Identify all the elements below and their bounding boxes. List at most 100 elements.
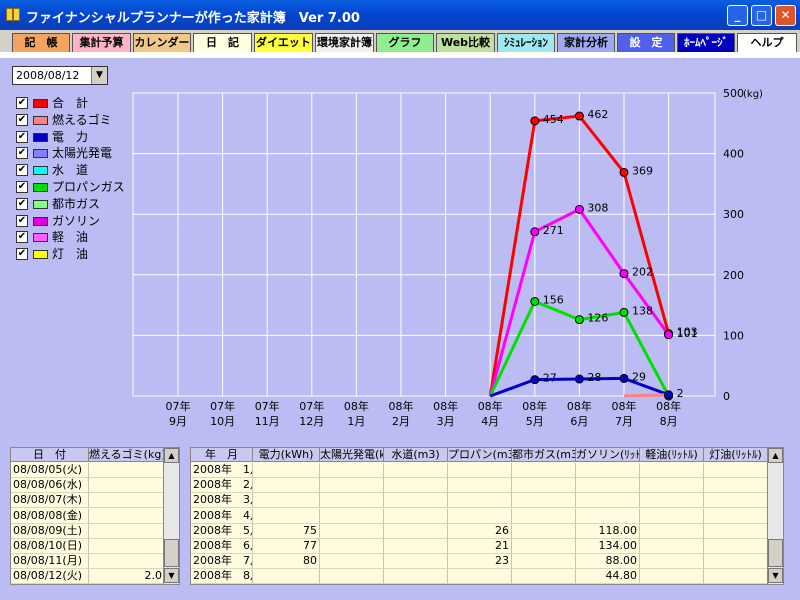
table-cell[interactable] — [448, 478, 512, 494]
tab-2[interactable]: カレンダー — [133, 33, 191, 52]
table-cell[interactable] — [320, 569, 384, 584]
table-cell[interactable]: 134.00 — [576, 539, 640, 554]
scroll-down-icon[interactable]: ▼ — [768, 568, 783, 583]
table-cell[interactable] — [384, 493, 448, 509]
table-cell[interactable]: 08/08/09(土) — [11, 523, 89, 539]
table-cell[interactable] — [640, 508, 704, 524]
table-cell[interactable] — [640, 523, 704, 539]
maximize-button[interactable]: □ — [751, 5, 772, 26]
table-cell[interactable] — [576, 478, 640, 494]
table-cell[interactable]: 21 — [448, 539, 512, 554]
tab-11[interactable]: ﾎｰﾑﾍﾟｰｼﾞ — [677, 33, 735, 52]
table-cell[interactable] — [320, 508, 384, 524]
table-cell[interactable] — [89, 539, 165, 554]
table-cell[interactable] — [512, 554, 576, 570]
table-cell[interactable] — [512, 478, 576, 494]
scroll-down-icon[interactable]: ▼ — [164, 568, 179, 583]
tab-12[interactable]: ヘルプ — [737, 33, 797, 52]
tab-3[interactable]: 日 記 — [193, 33, 252, 52]
table-cell[interactable] — [320, 478, 384, 494]
column-header[interactable]: 軽油(ﾘｯﾄﾙ) — [640, 448, 704, 462]
column-header[interactable]: 年 月 — [191, 448, 253, 462]
table-cell[interactable] — [576, 508, 640, 524]
tab-5[interactable]: 環境家計簿 — [315, 33, 374, 52]
column-header[interactable]: 燃えるゴミ(kg) — [89, 448, 165, 462]
table-cell[interactable] — [640, 554, 704, 570]
close-button[interactable]: ✕ — [775, 5, 796, 26]
table-cell[interactable] — [253, 463, 320, 478]
table-cell[interactable] — [384, 569, 448, 584]
table-cell[interactable] — [576, 493, 640, 509]
scroll-up-icon[interactable]: ▲ — [768, 448, 783, 463]
minimize-button[interactable]: _ — [727, 5, 748, 26]
table-cell[interactable] — [704, 569, 768, 584]
table-cell[interactable] — [640, 478, 704, 494]
table-cell[interactable] — [512, 569, 576, 584]
column-header[interactable]: 水道(m3) — [384, 448, 448, 462]
table-cell[interactable]: 75 — [253, 523, 320, 539]
scroll-up-icon[interactable]: ▲ — [164, 448, 179, 463]
tab-7[interactable]: Web比較 — [436, 33, 495, 52]
column-header[interactable]: ガソリン(ﾘｯﾄﾙ) — [576, 448, 640, 462]
table-cell[interactable] — [704, 523, 768, 539]
table-cell[interactable] — [704, 508, 768, 524]
table-cell[interactable] — [448, 463, 512, 478]
table-cell[interactable]: 77 — [253, 539, 320, 554]
column-header[interactable]: 灯油(ﾘｯﾄﾙ) — [704, 448, 768, 462]
table-cell[interactable]: 44.80 — [576, 569, 640, 584]
table-cell[interactable] — [253, 508, 320, 524]
table-cell[interactable] — [640, 569, 704, 584]
tab-0[interactable]: 記 帳 — [12, 33, 70, 52]
table-cell[interactable] — [512, 463, 576, 478]
table-cell[interactable]: 08/08/10(日) — [11, 539, 89, 554]
table-cell[interactable]: 2008年 5月 — [191, 523, 253, 539]
table-cell[interactable] — [640, 539, 704, 554]
table-cell[interactable] — [512, 539, 576, 554]
table-cell[interactable]: 23 — [448, 554, 512, 570]
table-cell[interactable] — [704, 463, 768, 478]
table-cell[interactable] — [704, 539, 768, 554]
table-cell[interactable]: 08/08/06(水) — [11, 478, 89, 494]
table-cell[interactable] — [704, 478, 768, 494]
table-cell[interactable]: 2008年 2月 — [191, 478, 253, 494]
table-cell[interactable]: 2008年 1月 — [191, 463, 253, 478]
scroll-thumb[interactable] — [768, 539, 783, 567]
table-cell[interactable]: 26 — [448, 523, 512, 539]
table-cell[interactable] — [448, 569, 512, 584]
vertical-scrollbar[interactable]: ▲ ▼ — [767, 448, 783, 584]
table-cell[interactable]: 08/08/07(木) — [11, 493, 89, 509]
table-cell[interactable] — [448, 508, 512, 524]
table-cell[interactable] — [384, 554, 448, 570]
table-cell[interactable] — [704, 554, 768, 570]
tab-10[interactable]: 設 定 — [617, 33, 675, 52]
table-cell[interactable]: 2008年 6月 — [191, 539, 253, 554]
table-cell[interactable] — [640, 463, 704, 478]
column-header[interactable]: 太陽光発電(kWh) — [320, 448, 384, 462]
table-cell[interactable] — [89, 508, 165, 524]
vertical-scrollbar[interactable]: ▲ ▼ — [163, 448, 179, 584]
table-cell[interactable] — [384, 478, 448, 494]
table-cell[interactable] — [89, 523, 165, 539]
table-cell[interactable]: 08/08/08(金) — [11, 508, 89, 524]
tab-8[interactable]: ｼﾐｭﾚｰｼｮﾝ — [497, 33, 555, 52]
table-cell[interactable] — [384, 463, 448, 478]
table-cell[interactable]: 88.00 — [576, 554, 640, 570]
column-header[interactable]: プロパン(m3) — [448, 448, 512, 462]
table-cell[interactable]: 2008年 8月 — [191, 569, 253, 584]
table-cell[interactable] — [253, 478, 320, 494]
table-cell[interactable]: 2008年 4月 — [191, 508, 253, 524]
table-cell[interactable] — [512, 493, 576, 509]
table-cell[interactable] — [253, 493, 320, 509]
table-cell[interactable] — [253, 569, 320, 584]
table-cell[interactable] — [704, 493, 768, 509]
table-cell[interactable] — [576, 463, 640, 478]
table-cell[interactable] — [384, 539, 448, 554]
table-cell[interactable] — [320, 523, 384, 539]
table-cell[interactable]: 08/08/11(月) — [11, 554, 89, 570]
table-cell[interactable] — [512, 523, 576, 539]
table-cell[interactable]: 118.00 — [576, 523, 640, 539]
column-header[interactable]: 電力(kWh) — [253, 448, 320, 462]
tab-6[interactable]: グラフ — [376, 33, 434, 52]
table-cell[interactable] — [89, 478, 165, 494]
table-cell[interactable] — [640, 493, 704, 509]
